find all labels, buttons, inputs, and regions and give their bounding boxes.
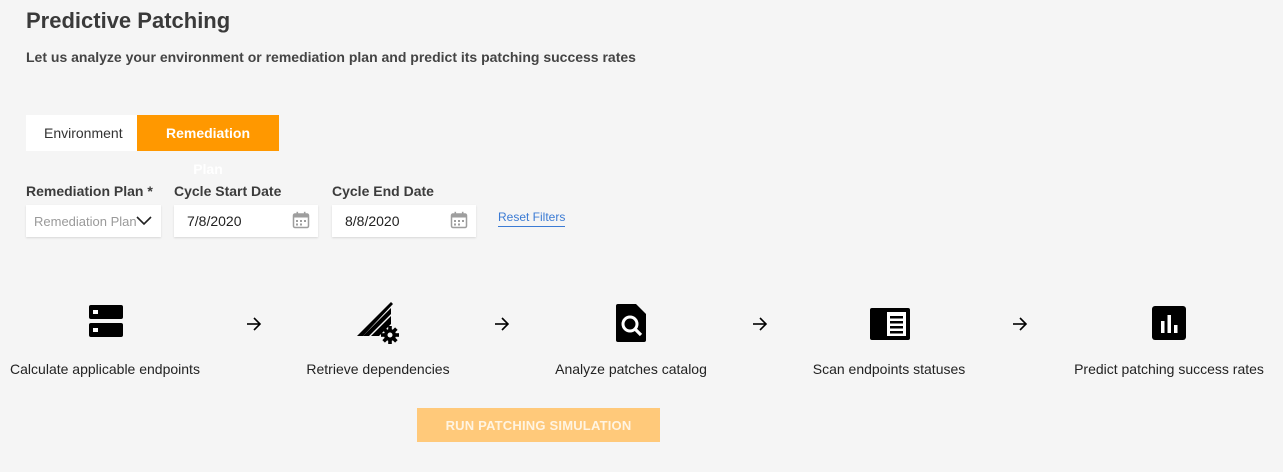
step-label-analyze-catalog: Analyze patches catalog bbox=[555, 361, 707, 377]
cycle-end-label: Cycle End Date bbox=[332, 183, 434, 199]
remediation-plan-label: Remediation Plan * bbox=[26, 183, 153, 199]
calendar-icon[interactable] bbox=[450, 211, 468, 232]
document-search-icon bbox=[616, 304, 646, 347]
cycle-end-date-input[interactable]: 8/8/2020 bbox=[332, 205, 476, 237]
step-label-calculate-endpoints: Calculate applicable endpoints bbox=[10, 361, 200, 377]
step-label-scan-statuses: Scan endpoints statuses bbox=[812, 361, 966, 377]
reset-filters-link[interactable]: Reset Filters bbox=[498, 210, 566, 227]
page-title: Predictive Patching bbox=[26, 8, 231, 33]
source-tabs: Environment Remediation Plan bbox=[26, 115, 279, 177]
step-label-retrieve-dependencies: Retrieve dependencies bbox=[306, 361, 450, 377]
arrow-right-icon bbox=[246, 316, 262, 337]
chevron-down-icon bbox=[136, 214, 152, 229]
cycle-start-date-input[interactable]: 7/8/2020 bbox=[174, 205, 318, 237]
scan-panel-icon bbox=[870, 308, 910, 345]
remediation-plan-select[interactable]: Remediation Plan bbox=[26, 205, 161, 237]
arrow-right-icon bbox=[752, 316, 768, 337]
step-label-predict-rates: Predict patching success rates bbox=[1074, 361, 1264, 377]
tab-environment[interactable]: Environment bbox=[26, 115, 137, 151]
page-subtitle: Let us analyze your environment or remed… bbox=[26, 49, 636, 65]
arrow-right-icon bbox=[494, 316, 510, 337]
run-patching-simulation-button[interactable]: RUN PATCHING SIMULATION bbox=[417, 408, 660, 442]
cycle-start-label: Cycle Start Date bbox=[174, 183, 282, 199]
arrow-right-icon bbox=[1012, 316, 1028, 337]
server-icon bbox=[89, 304, 123, 343]
bar-chart-icon bbox=[1152, 306, 1186, 345]
calendar-icon[interactable] bbox=[292, 211, 310, 232]
cycle-start-value: 7/8/2020 bbox=[187, 213, 242, 229]
remediation-plan-placeholder: Remediation Plan bbox=[34, 213, 137, 229]
cycle-end-value: 8/8/2020 bbox=[345, 213, 400, 229]
dependencies-gear-icon bbox=[357, 302, 401, 349]
tab-remediation-plan[interactable]: Remediation Plan bbox=[137, 115, 279, 177]
